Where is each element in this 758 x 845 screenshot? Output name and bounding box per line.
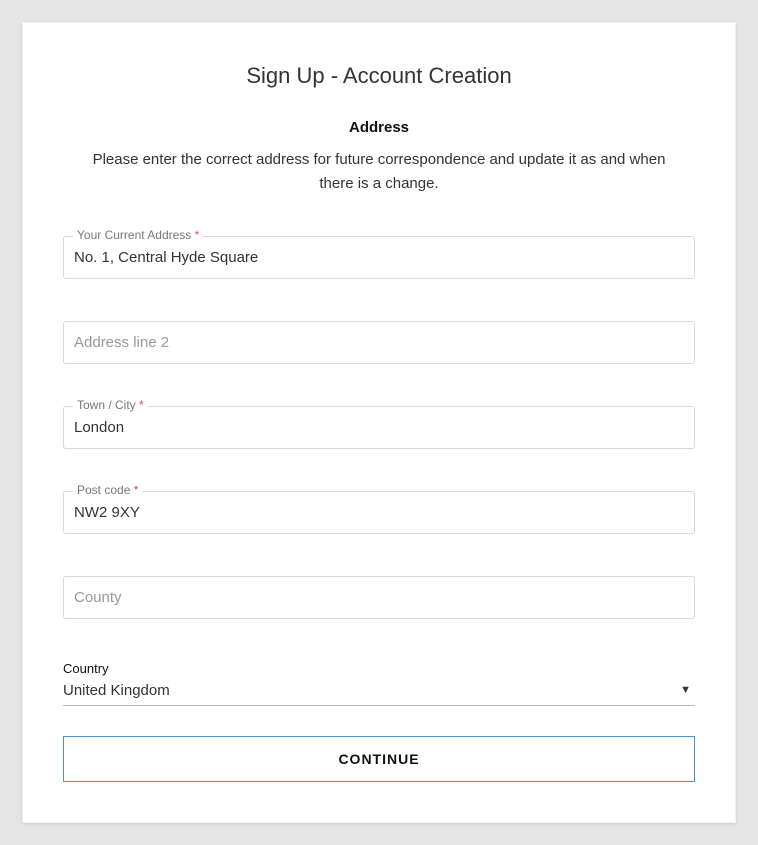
country-field: Country United Kingdom ▼ [63,661,695,706]
address-line-2-field [63,321,695,364]
address-line-1-label-text: Your Current Address [77,228,191,242]
country-selected-value: United Kingdom [63,682,695,699]
required-marker: * [195,228,200,242]
signup-card: Sign Up - Account Creation Address Pleas… [22,22,736,823]
address-line-1-field: Your Current Address * [63,236,695,279]
address-line-1-input[interactable] [63,236,695,279]
address-line-1-label: Your Current Address * [73,228,203,242]
address-line-2-input[interactable] [63,321,695,364]
required-marker: * [134,483,139,497]
city-input[interactable] [63,406,695,449]
city-label: Town / City * [73,398,148,412]
city-field: Town / City * [63,406,695,449]
postcode-field: Post code * [63,491,695,534]
postcode-label: Post code * [73,483,142,497]
country-select[interactable]: United Kingdom ▼ [63,682,695,706]
continue-button[interactable]: CONTINUE [63,736,695,782]
postcode-label-text: Post code [77,483,130,497]
required-marker: * [139,398,144,412]
section-title: Address [63,119,695,136]
city-label-text: Town / City [77,398,136,412]
page-title: Sign Up - Account Creation [63,63,695,89]
county-field [63,576,695,619]
instructions-text: Please enter the correct address for fut… [63,148,695,196]
county-input[interactable] [63,576,695,619]
country-label: Country [63,661,695,676]
postcode-input[interactable] [63,491,695,534]
